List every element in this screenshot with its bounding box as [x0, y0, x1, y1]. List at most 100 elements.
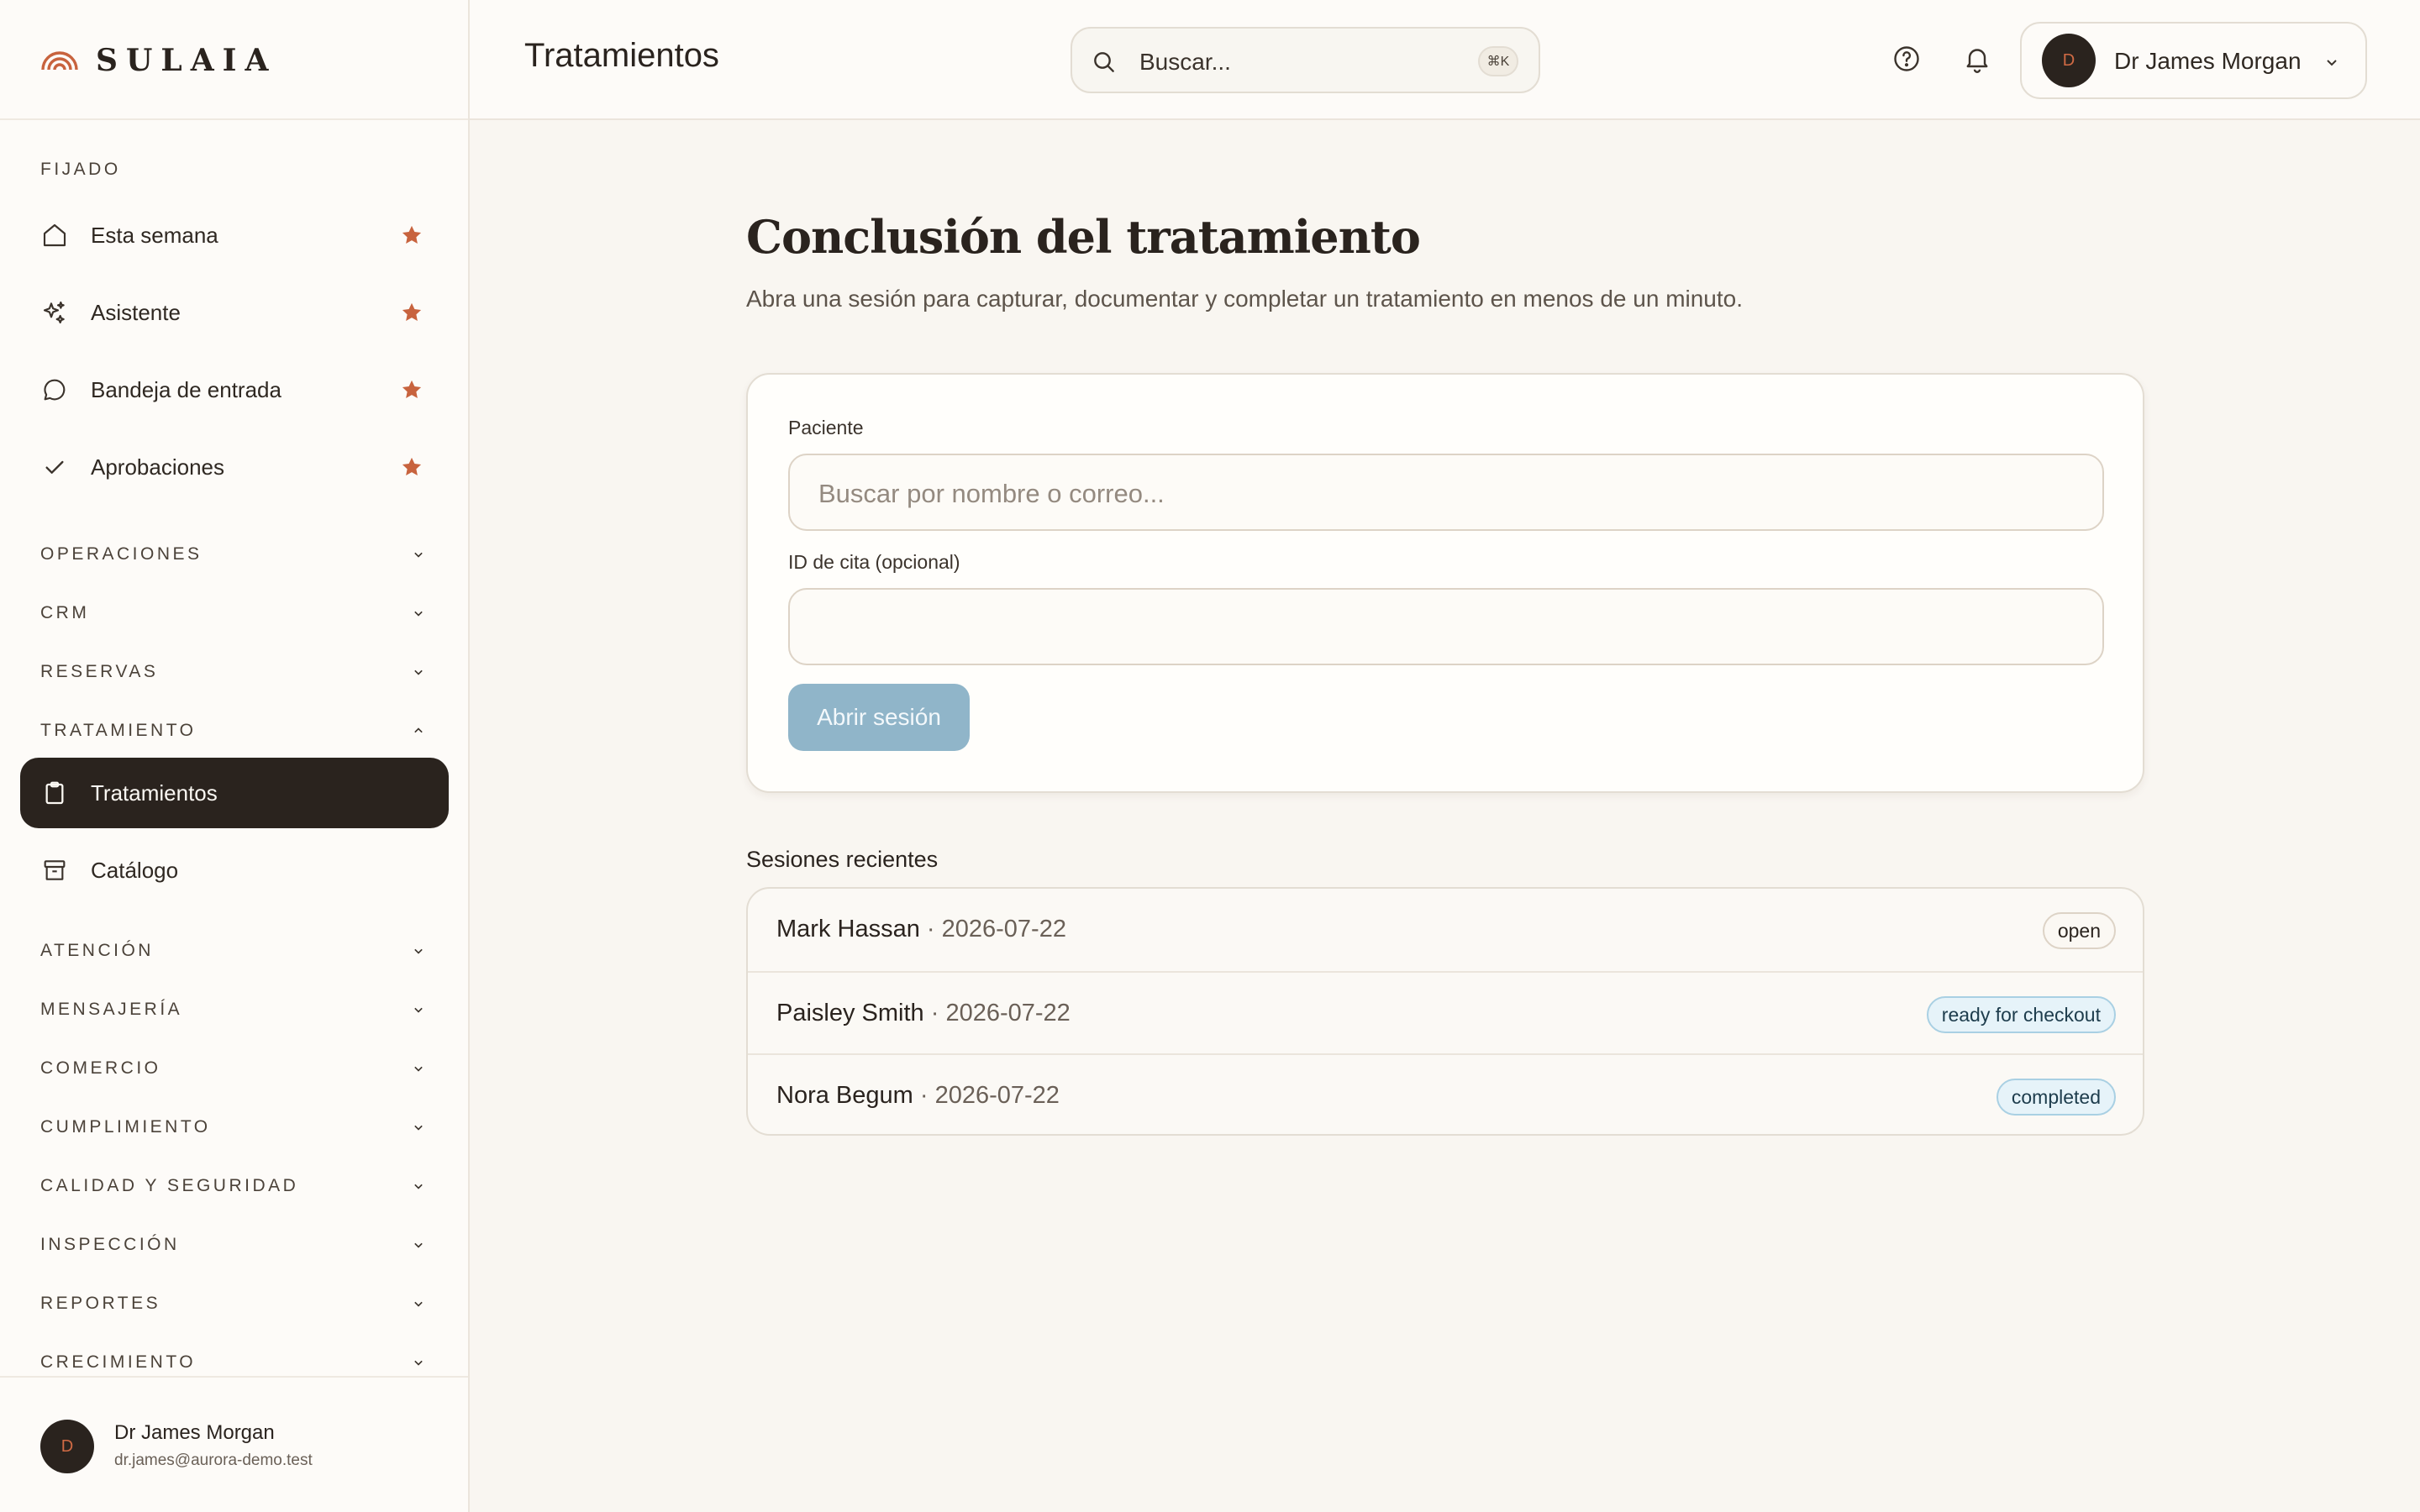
section-operaciones[interactable]: OPERACIONES [40, 542, 427, 567]
list-item[interactable]: Mark Hassan · 2026-07-22 open [748, 889, 2143, 971]
section-tratamiento[interactable]: TRATAMIENTO [40, 718, 427, 743]
sidebar-item-tratamientos[interactable]: Tratamientos [20, 758, 449, 828]
section-label: INSPECCIÓN [40, 1235, 180, 1254]
session-date: 2026-07-22 [941, 916, 1066, 942]
separator: · [923, 1000, 946, 1026]
session-date: 2026-07-22 [945, 1000, 1071, 1026]
recent-sessions-list: Mark Hassan · 2026-07-22 open Paisley Sm… [746, 887, 2144, 1136]
sidebar-footer-user[interactable]: D Dr James Morgan dr.james@aurora-demo.t… [0, 1376, 468, 1512]
brand-logo[interactable]: SULAIA [40, 42, 276, 79]
separator: · [913, 1082, 935, 1109]
sidebar-item-aprobaciones[interactable]: Aprobaciones [20, 432, 449, 502]
section-atencion[interactable]: ATENCIÓN [40, 938, 427, 963]
sparkles-icon [40, 298, 69, 327]
brand-name: SULAIA [96, 43, 277, 78]
chevron-down-icon [414, 1301, 423, 1307]
section-label-pinned: FIJADO [40, 160, 121, 179]
search-input[interactable]: Buscar... ⌘K [1071, 27, 1540, 93]
section-reportes[interactable]: REPORTES [40, 1291, 427, 1316]
patient-search-input[interactable]: Buscar por nombre o correo... [788, 454, 2104, 531]
sidebar-item-label: Esta semana [91, 222, 218, 248]
section-crecimiento[interactable]: CRECIMIENTO [40, 1350, 427, 1375]
recent-sessions-title: Sesiones recientes [746, 847, 939, 872]
section-label: OPERACIONES [40, 544, 203, 564]
chevron-down-icon [414, 669, 423, 675]
check-icon [40, 453, 69, 481]
sidebar-item-label: Tratamientos [91, 780, 218, 806]
sidebar-item-esta-semana[interactable]: Esta semana [20, 200, 449, 270]
section-label: RESERVAS [40, 662, 159, 681]
star-icon[interactable] [400, 378, 424, 402]
rainbow-logo-icon [41, 51, 78, 71]
patient-label: Paciente [788, 417, 864, 438]
avatar: D [2042, 34, 2096, 87]
chevron-down-icon [414, 1007, 423, 1013]
session-date: 2026-07-22 [934, 1082, 1060, 1109]
sidebar-item-label: Aprobaciones [91, 454, 224, 480]
section-label: CRM [40, 603, 90, 622]
chevron-down-icon [2327, 60, 2337, 66]
help-circle-icon[interactable] [1891, 44, 1922, 74]
user-menu-button[interactable]: D Dr James Morgan [2020, 22, 2367, 99]
star-icon[interactable] [400, 455, 424, 479]
sidebar-item-asistente[interactable]: Asistente [20, 277, 449, 348]
user-name: Dr James Morgan [2114, 48, 2302, 74]
patient-placeholder: Buscar por nombre o correo... [818, 479, 1165, 508]
archive-box-icon [40, 856, 69, 885]
section-inspeccion[interactable]: INSPECCIÓN [40, 1232, 427, 1257]
sidebar-item-label: Catálogo [91, 857, 179, 883]
sidebar-item-label: Bandeja de entrada [91, 376, 281, 402]
divider [0, 118, 468, 120]
patient-name: Paisley Smith [776, 1000, 924, 1026]
clipboard-icon [40, 779, 69, 807]
status-badge: completed [1996, 1079, 2116, 1116]
star-icon[interactable] [400, 301, 424, 324]
section-label: CRECIMIENTO [40, 1352, 197, 1372]
sidebar-item-catalogo[interactable]: Catálogo [20, 835, 449, 906]
star-icon[interactable] [400, 223, 424, 247]
section-label: CALIDAD Y SEGURIDAD [40, 1176, 299, 1195]
section-label: TRATAMIENTO [40, 721, 197, 740]
section-comercio[interactable]: COMERCIO [40, 1056, 427, 1081]
chevron-down-icon [414, 1360, 423, 1366]
chevron-down-icon [414, 1184, 423, 1189]
list-item[interactable]: Nora Begum · 2026-07-22 completed [748, 1053, 2143, 1134]
sidebar-item-bandeja[interactable]: Bandeja de entrada [20, 354, 449, 425]
section-description: Abra una sesión para capturar, documenta… [746, 286, 1744, 312]
list-item[interactable]: Paisley Smith · 2026-07-22 ready for che… [748, 971, 2143, 1053]
chevron-down-icon [414, 611, 423, 617]
section-cumplimiento[interactable]: CUMPLIMIENTO [40, 1115, 427, 1140]
separator: · [919, 916, 942, 942]
appointment-id-input[interactable] [788, 588, 2104, 665]
section-label: COMERCIO [40, 1058, 161, 1078]
section-heading: Conclusión del tratamiento [746, 210, 1421, 264]
avatar: D [40, 1420, 94, 1473]
top-bar: Tratamientos Buscar... ⌘K D Dr James Mor… [470, 0, 2420, 120]
chevron-down-icon [414, 1066, 423, 1072]
page-title: Tratamientos [524, 37, 719, 74]
chevron-down-icon [414, 552, 423, 558]
sidebar-item-label: Asistente [91, 299, 181, 325]
appointment-id-label: ID de cita (opcional) [788, 551, 960, 573]
search-placeholder: Buscar... [1139, 49, 1231, 75]
chevron-up-icon [414, 727, 423, 733]
open-session-button[interactable]: Abrir sesión [788, 684, 970, 751]
patient-name: Mark Hassan [776, 916, 920, 942]
section-crm[interactable]: CRM [40, 601, 427, 626]
chevron-down-icon [414, 1242, 423, 1248]
patient-name: Nora Begum [776, 1082, 913, 1109]
chat-bubble-icon [40, 375, 69, 404]
bell-icon[interactable] [1962, 44, 1992, 74]
status-badge: open [2042, 912, 2116, 949]
section-label: MENSAJERÍA [40, 1000, 183, 1019]
search-icon [1094, 52, 1114, 72]
section-label: CUMPLIMIENTO [40, 1117, 211, 1137]
user-name: Dr James Morgan [114, 1421, 275, 1444]
section-mensajeria[interactable]: MENSAJERÍA [40, 997, 427, 1022]
section-calidad-seguridad[interactable]: CALIDAD Y SEGURIDAD [40, 1173, 427, 1199]
open-session-form: Paciente Buscar por nombre o correo... I… [746, 373, 2144, 793]
keyboard-shortcut-badge: ⌘K [1478, 46, 1518, 76]
home-icon [40, 221, 69, 249]
section-reservas[interactable]: RESERVAS [40, 659, 427, 685]
chevron-down-icon [414, 948, 423, 954]
